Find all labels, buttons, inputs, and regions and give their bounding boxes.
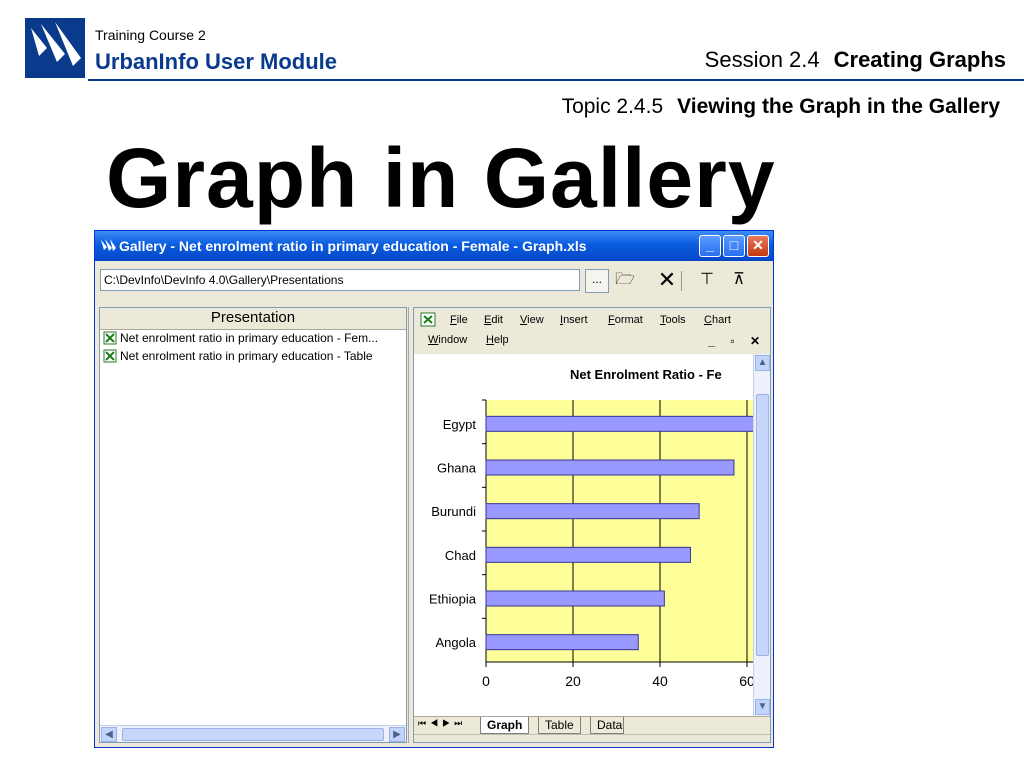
topic-heading: Topic 2.4.5 Viewing the Graph in the Gall… [562, 95, 1000, 119]
scroll-thumb[interactable] [122, 728, 384, 741]
menu-help[interactable]: Help [486, 334, 509, 346]
sheet-tab-graph[interactable]: Graph [480, 717, 530, 734]
module-title: UrbanInfo User Module [95, 49, 338, 74]
menu-view[interactable]: View [520, 314, 544, 326]
window-title: Gallery - Net enrolment ratio in primary… [119, 238, 587, 254]
plot-area [486, 400, 754, 662]
graph-preview-pane: File Edit View Insert Format Tools Chart… [413, 307, 771, 743]
devinfo-app-icon [101, 239, 116, 251]
browse-button[interactable]: ... [585, 269, 609, 293]
excel-file-icon [103, 331, 117, 345]
horizontal-scrollbar[interactable]: ◀ ▶ [100, 725, 406, 742]
scroll-right-icon[interactable]: ▶ [389, 727, 405, 742]
session-heading: Session 2.4 Creating Graphs [705, 47, 1006, 73]
chart-area: Net Enrolment Ratio - Fe 0 20 40 60 Egypt Ghan… [414, 354, 754, 716]
list-item-label: Net enrolment ratio in primary education… [120, 331, 379, 345]
bar-ethiopia [485, 590, 665, 607]
remove-presentation-icon[interactable]: ⊼ [727, 269, 751, 293]
slide-heading: Graph in Gallery [106, 131, 776, 225]
excel-statusbar [414, 734, 770, 742]
document-window-controls[interactable]: _ ▫ ✕ [708, 334, 766, 348]
category-label: Burundi [431, 504, 476, 519]
open-folder-icon[interactable]: 🗁 [613, 269, 637, 293]
x-tick-label: 0 [482, 673, 490, 689]
topic-title: Viewing the Graph in the Gallery [677, 95, 1000, 118]
sheet-tab-data[interactable]: Data [590, 717, 624, 734]
category-label: Chad [445, 548, 476, 563]
list-item-label: Net enrolment ratio in primary education… [120, 349, 373, 363]
delete-icon[interactable]: ✕ [655, 269, 679, 293]
bar-ghana [485, 459, 735, 476]
x-tick-label: 60 [739, 673, 754, 689]
menu-file[interactable]: File [450, 314, 468, 326]
scroll-left-icon[interactable]: ◀ [101, 727, 117, 742]
presentation-header[interactable]: Presentation [100, 308, 406, 330]
category-label: Egypt [443, 417, 477, 432]
menu-format[interactable]: Format [608, 314, 643, 326]
scroll-thumb[interactable] [756, 394, 769, 656]
topic-label: Topic 2.4.5 [561, 95, 664, 118]
gallery-window: Gallery - Net enrolment ratio in primary… [94, 230, 774, 748]
category-label: Ghana [437, 461, 477, 476]
category-label: Ethiopia [429, 592, 477, 607]
category-label: Angola [436, 635, 477, 650]
x-tick-label: 40 [652, 673, 668, 689]
excel-app-icon [420, 312, 436, 327]
bar-angola [485, 634, 639, 651]
presentation-icon[interactable]: ⊤ [695, 269, 719, 293]
menu-window[interactable]: Window [428, 334, 467, 346]
excel-file-icon [103, 349, 117, 363]
slide: Training Course 2 UrbanInfo User Module … [0, 0, 1024, 768]
list-item[interactable]: Net enrolment ratio in primary education… [100, 330, 406, 348]
sheet-tab-bar: ⏮◀▶⏭ Graph Table Data [414, 716, 770, 734]
header-rule [88, 79, 1024, 81]
list-item[interactable]: Net enrolment ratio in primary education… [100, 348, 406, 366]
chart-title: Net Enrolment Ratio - Fe [570, 367, 722, 382]
menu-edit[interactable]: Edit [484, 314, 503, 326]
menu-chart[interactable]: Chart [704, 314, 731, 326]
scroll-down-icon[interactable]: ▼ [755, 699, 770, 715]
menu-insert[interactable]: Insert [560, 314, 588, 326]
presentation-list-pane: Presentation Net enrolment ratio in prim… [99, 307, 407, 743]
bar-chad [485, 546, 691, 563]
scroll-up-icon[interactable]: ▲ [755, 355, 770, 371]
x-tick-label: 20 [565, 673, 581, 689]
bar-chart: Net Enrolment Ratio - Fe 0 20 40 60 Egypt Ghan… [429, 367, 754, 689]
sheet-nav-icons[interactable]: ⏮◀▶⏭ [418, 718, 466, 729]
gallery-path-input[interactable]: C:\DevInfo\DevInfo 4.0\Gallery\Presentat… [100, 269, 580, 291]
session-label: Session 2.4 [704, 47, 820, 72]
bar-egypt [485, 415, 754, 432]
toolbar-divider [681, 271, 687, 291]
vertical-scrollbar[interactable]: ▲ ▼ [753, 354, 770, 716]
menu-tools[interactable]: Tools [660, 314, 686, 326]
sheet-tab-table[interactable]: Table [538, 717, 581, 734]
bar-burundi [485, 503, 700, 520]
session-title: Creating Graphs [833, 47, 1006, 72]
maximize-button[interactable]: □ [723, 235, 745, 257]
close-button[interactable]: ✕ [747, 235, 769, 257]
minimize-button[interactable]: _ [699, 235, 721, 257]
window-titlebar[interactable]: Gallery - Net enrolment ratio in primary… [95, 231, 773, 261]
excel-menubar: File Edit View Insert Format Tools Chart… [414, 308, 770, 354]
course-name: Training Course 2 [95, 27, 206, 43]
urbaninfo-logo-icon [25, 18, 85, 78]
